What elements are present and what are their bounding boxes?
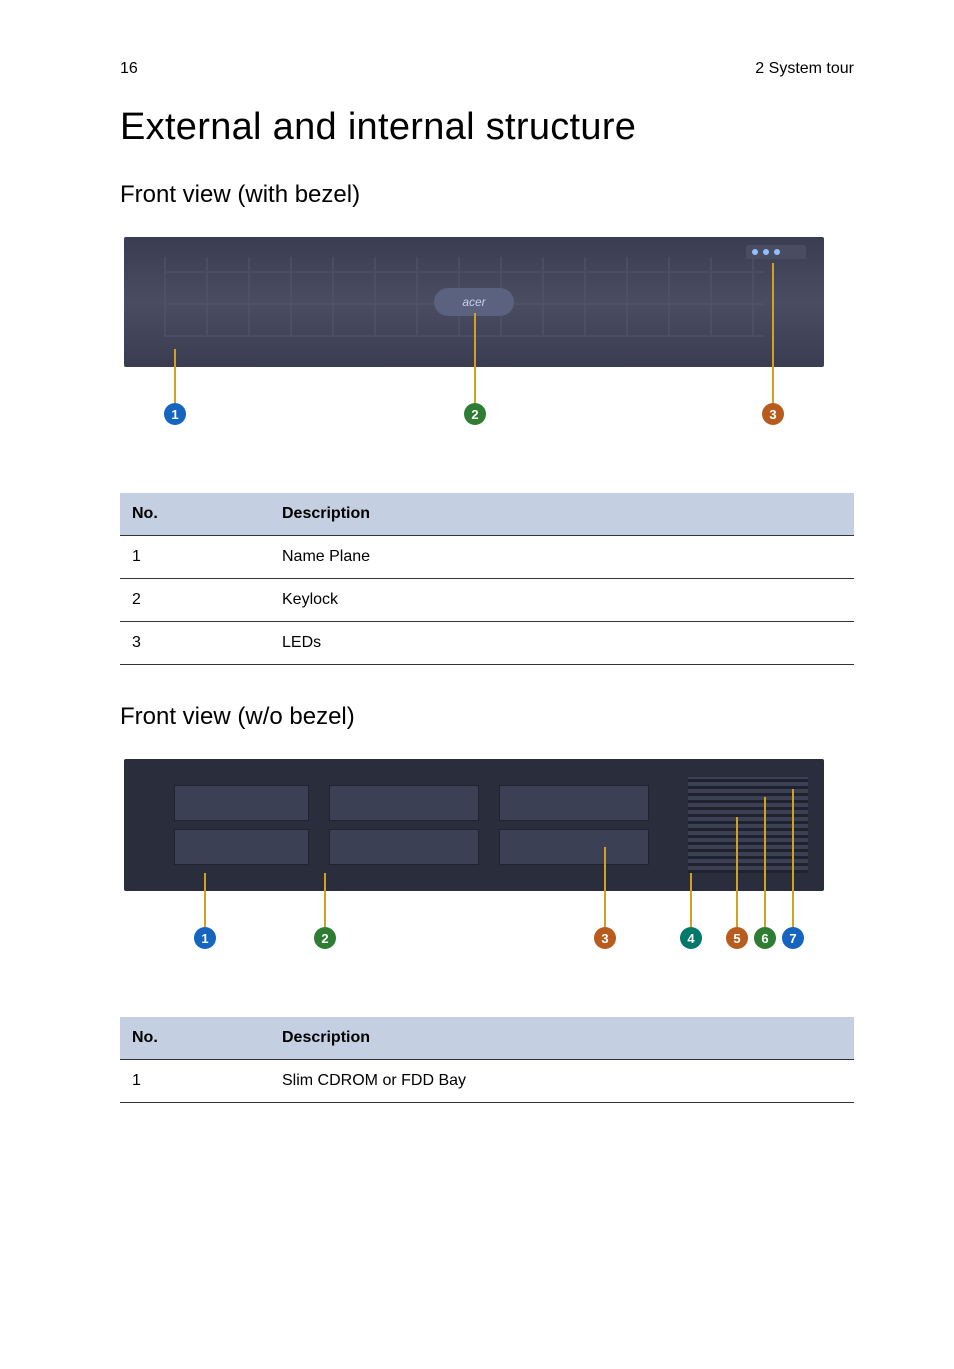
cell-desc: LEDs — [270, 622, 854, 665]
callout-badge-6: 6 — [754, 927, 776, 949]
th-no: No. — [120, 493, 270, 536]
table-row: 2 Keylock — [120, 579, 854, 622]
drive-bay — [174, 785, 309, 821]
led-dot — [774, 249, 780, 255]
th-description: Description — [270, 1017, 854, 1060]
drive-bay — [499, 785, 649, 821]
callout-badge-1: 1 — [164, 403, 186, 425]
page-header: 16 2 System tour — [120, 60, 854, 78]
callout-line — [204, 873, 206, 927]
server-front-no-bezel-image — [124, 759, 824, 891]
table-row: 1 Slim CDROM or FDD Bay — [120, 1060, 854, 1103]
th-description: Description — [270, 493, 854, 536]
figure-front-no-bezel: 1 2 3 4 5 6 7 — [120, 759, 854, 957]
cell-desc: Keylock — [270, 579, 854, 622]
cell-no: 1 — [120, 536, 270, 579]
drive-bay — [499, 829, 649, 865]
subheading-front-no-bezel: Front view (w/o bezel) — [120, 703, 854, 731]
vent-grille — [688, 777, 808, 873]
callout-row-no-bezel: 1 2 3 4 5 6 7 — [124, 897, 854, 957]
callout-badge-3: 3 — [762, 403, 784, 425]
cell-desc: Slim CDROM or FDD Bay — [270, 1060, 854, 1103]
callout-line — [604, 847, 606, 927]
table-row: 1 Name Plane — [120, 536, 854, 579]
callout-badge-2: 2 — [464, 403, 486, 425]
table-row: 3 LEDs — [120, 622, 854, 665]
page-number: 16 — [120, 60, 138, 78]
callout-badge-5: 5 — [726, 927, 748, 949]
callout-line — [324, 873, 326, 927]
cell-no: 3 — [120, 622, 270, 665]
callout-line — [690, 873, 692, 927]
table-front-no-bezel: No. Description 1 Slim CDROM or FDD Bay — [120, 1017, 854, 1103]
callout-line — [772, 263, 774, 403]
callout-badge-7: 7 — [782, 927, 804, 949]
led-dot — [763, 249, 769, 255]
figure-front-with-bezel: acer 1 2 3 — [120, 237, 854, 433]
callout-row-bezel: 1 2 3 — [124, 373, 854, 433]
drive-bay — [329, 785, 479, 821]
drive-bay — [174, 829, 309, 865]
callout-line — [736, 817, 738, 927]
callout-badge-2: 2 — [314, 927, 336, 949]
subheading-front-bezel: Front view (with bezel) — [120, 181, 854, 209]
brand-logo: acer — [434, 288, 514, 316]
callout-line — [174, 349, 176, 403]
cell-no: 1 — [120, 1060, 270, 1103]
section-title: 2 System tour — [755, 60, 854, 78]
drive-bay — [329, 829, 479, 865]
callout-badge-4: 4 — [680, 927, 702, 949]
page-title: External and internal structure — [120, 106, 854, 149]
leds-panel — [746, 245, 806, 259]
table-front-bezel: No. Description 1 Name Plane 2 Keylock 3… — [120, 493, 854, 665]
led-dot — [752, 249, 758, 255]
th-no: No. — [120, 1017, 270, 1060]
callout-badge-3: 3 — [594, 927, 616, 949]
callout-line — [474, 313, 476, 403]
callout-badge-1: 1 — [194, 927, 216, 949]
callout-line — [792, 789, 794, 927]
cell-desc: Name Plane — [270, 536, 854, 579]
cell-no: 2 — [120, 579, 270, 622]
callout-line — [764, 797, 766, 927]
